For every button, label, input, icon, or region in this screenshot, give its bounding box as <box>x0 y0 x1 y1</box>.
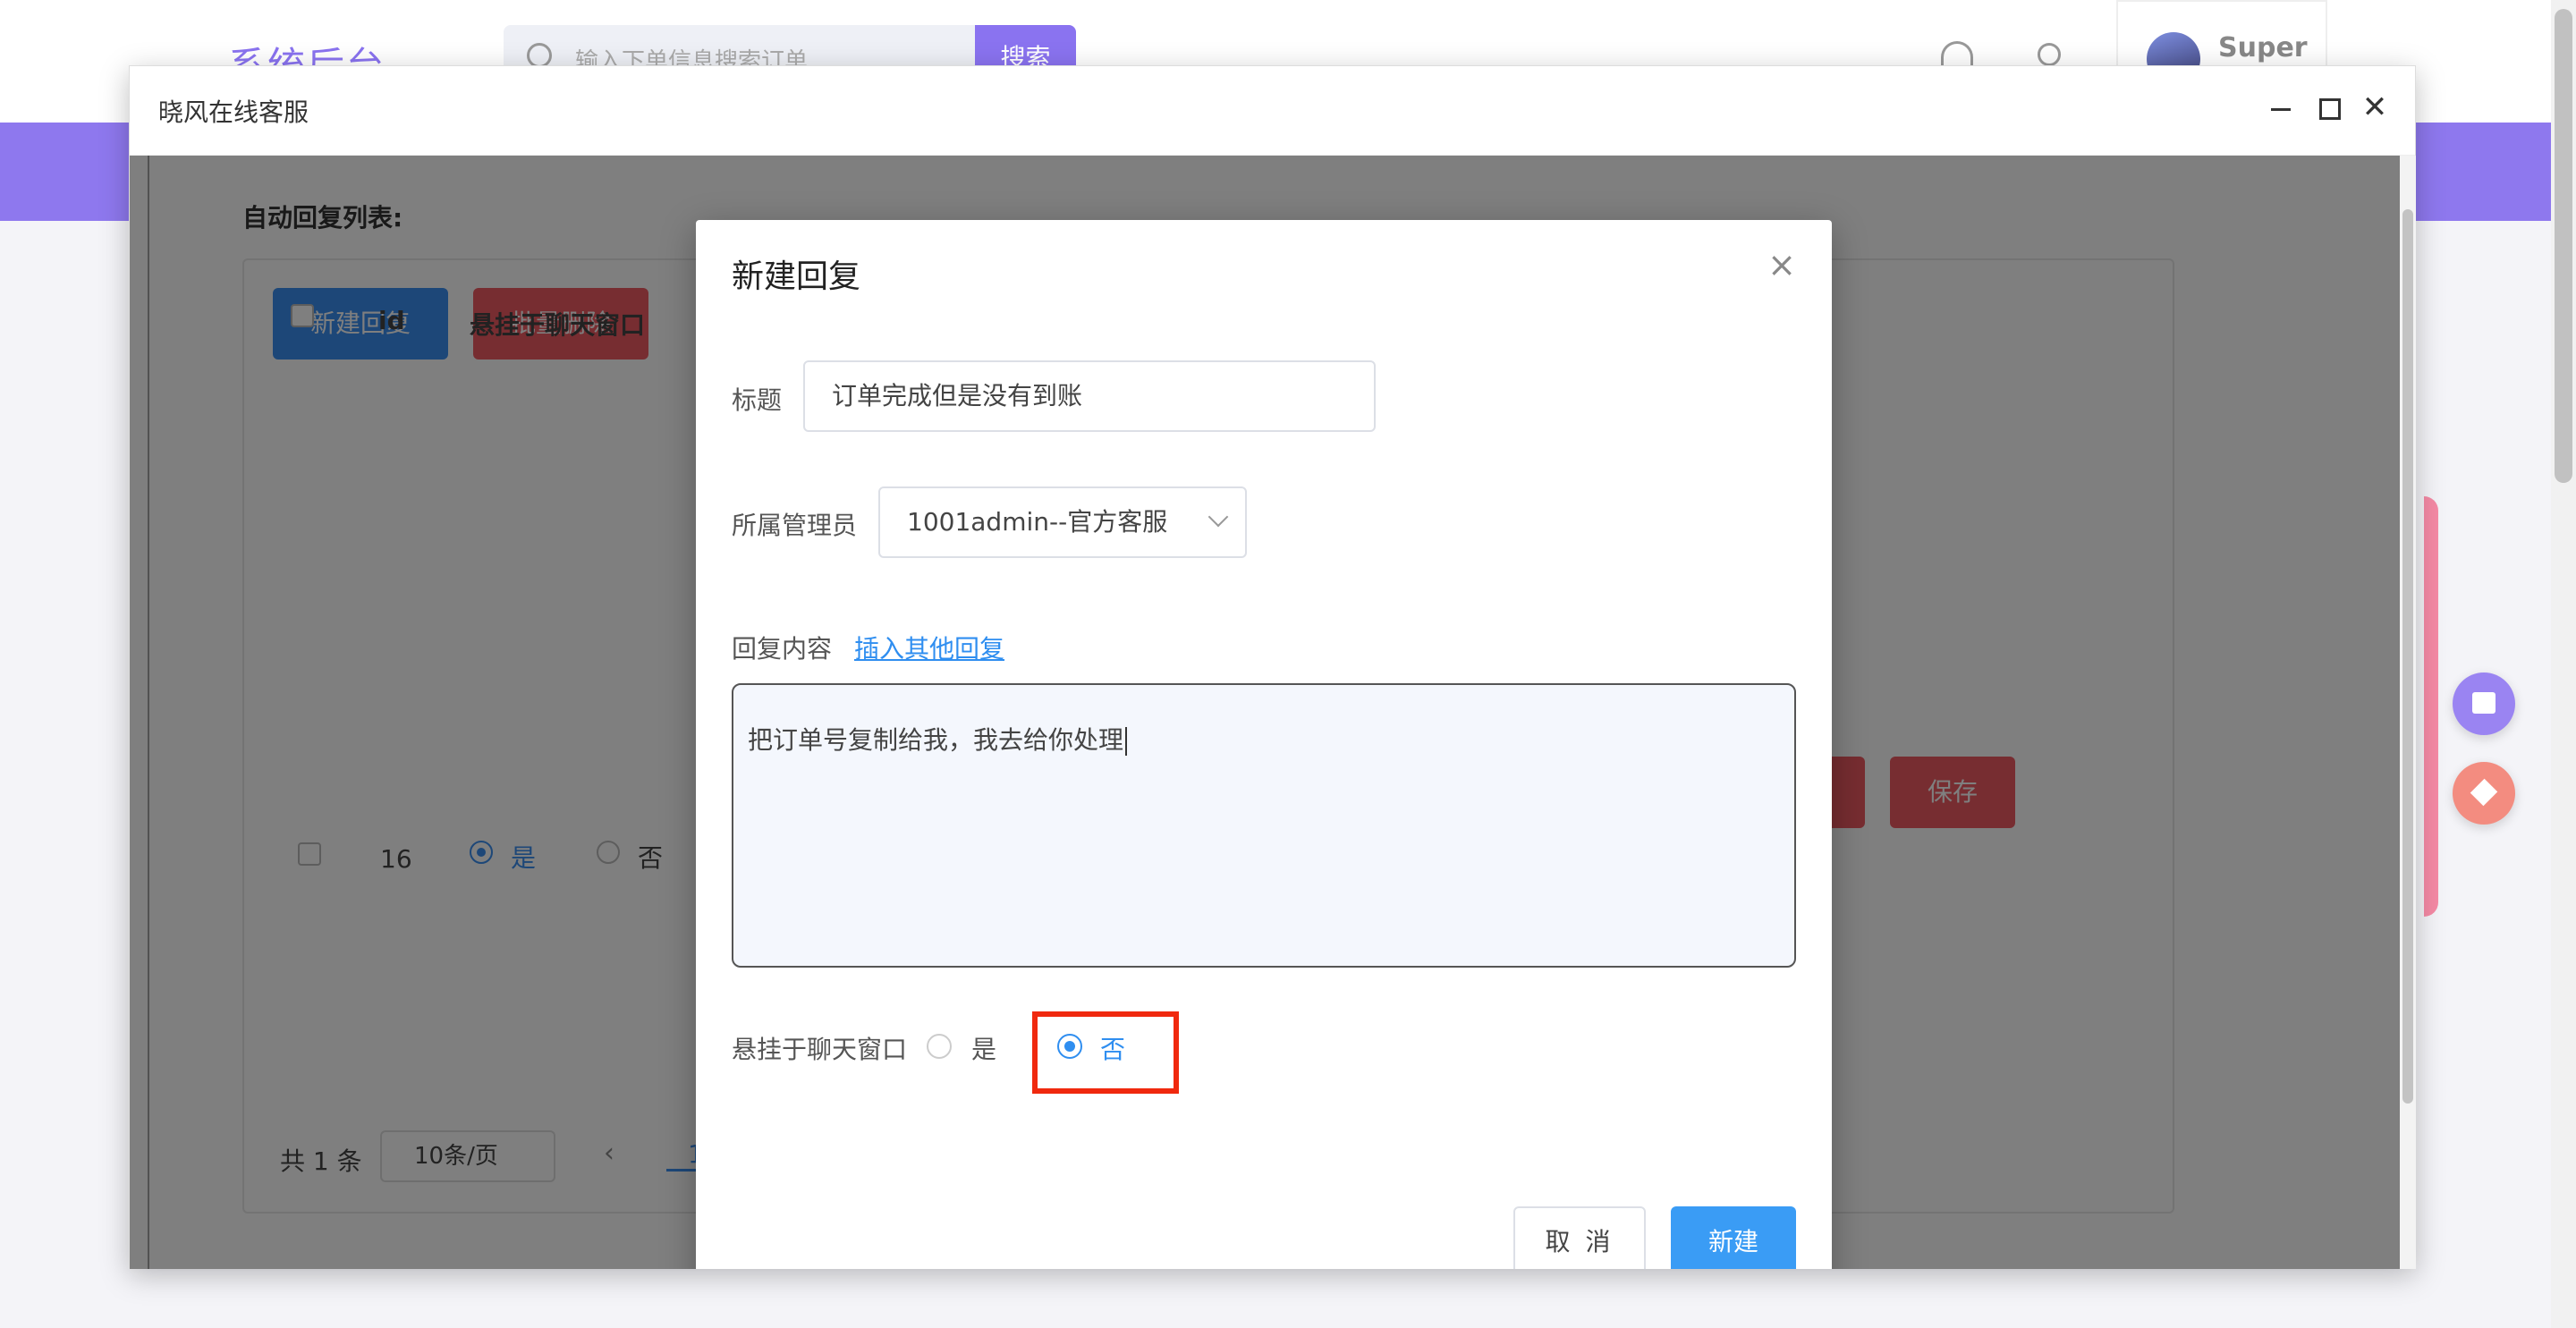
window-title: 晓风在线客服 <box>158 97 309 127</box>
title-label: 标题 <box>732 385 783 415</box>
pinned-label: 悬挂于聊天窗口 <box>732 1035 908 1064</box>
pinned-yes-radio[interactable] <box>927 1034 952 1059</box>
reply-content-textarea[interactable]: 把订单号复制给我，我去给你处理 <box>732 683 1796 968</box>
title-input[interactable]: 订单完成但是没有到账 <box>803 360 1376 432</box>
search-icon <box>527 43 552 68</box>
highlight-annotation <box>1032 1011 1179 1094</box>
customer-service-window: 晓风在线客服 ✕ 自动回复列表: 新建回复 批量删除 id 悬挂于聊天窗口 16… <box>129 65 2416 1269</box>
pinned-yes-label[interactable]: 是 <box>971 1030 996 1066</box>
dialog-title: 新建回复 <box>732 258 861 295</box>
window-body: 自动回复列表: 新建回复 批量删除 id 悬挂于聊天窗口 16 是 否 保存 共… <box>130 156 2415 1269</box>
reply-content-text: 把订单号复制给我，我去给你处理 <box>748 725 1124 755</box>
cancel-button[interactable]: 取 消 <box>1513 1206 1646 1269</box>
maximize-icon[interactable] <box>2310 89 2346 125</box>
cube-icon[interactable] <box>2453 762 2515 825</box>
text-caret <box>1125 727 1128 756</box>
divider <box>148 156 149 1269</box>
admin-label: 所属管理员 <box>732 511 858 540</box>
side-card <box>2424 496 2438 917</box>
content-label: 回复内容 <box>732 634 833 664</box>
page-scrollbar-thumb[interactable] <box>2555 9 2572 483</box>
window-titlebar[interactable]: 晓风在线客服 ✕ <box>130 66 2415 156</box>
user-name: Super <box>2218 32 2308 63</box>
search-icon[interactable] <box>2038 43 2061 66</box>
admin-select[interactable]: 1001admin--官方客服 <box>878 486 1247 558</box>
insert-other-reply-link[interactable]: 插入其他回复 <box>854 630 1004 665</box>
minimize-icon[interactable] <box>2263 89 2299 125</box>
new-reply-dialog: 新建回复 × 标题 订单完成但是没有到账 所属管理员 1001admin--官方… <box>696 220 1832 1269</box>
headset-icon[interactable] <box>1941 41 1973 68</box>
create-button[interactable]: 新建 <box>1671 1206 1796 1269</box>
window-scrollbar-thumb[interactable] <box>2402 209 2413 1104</box>
close-icon[interactable]: × <box>1764 247 1800 283</box>
close-icon[interactable]: ✕ <box>2357 89 2393 125</box>
chevron-down-icon <box>1208 506 1229 528</box>
admin-select-value: 1001admin--官方客服 <box>907 507 1168 537</box>
store-icon[interactable] <box>2453 672 2515 735</box>
